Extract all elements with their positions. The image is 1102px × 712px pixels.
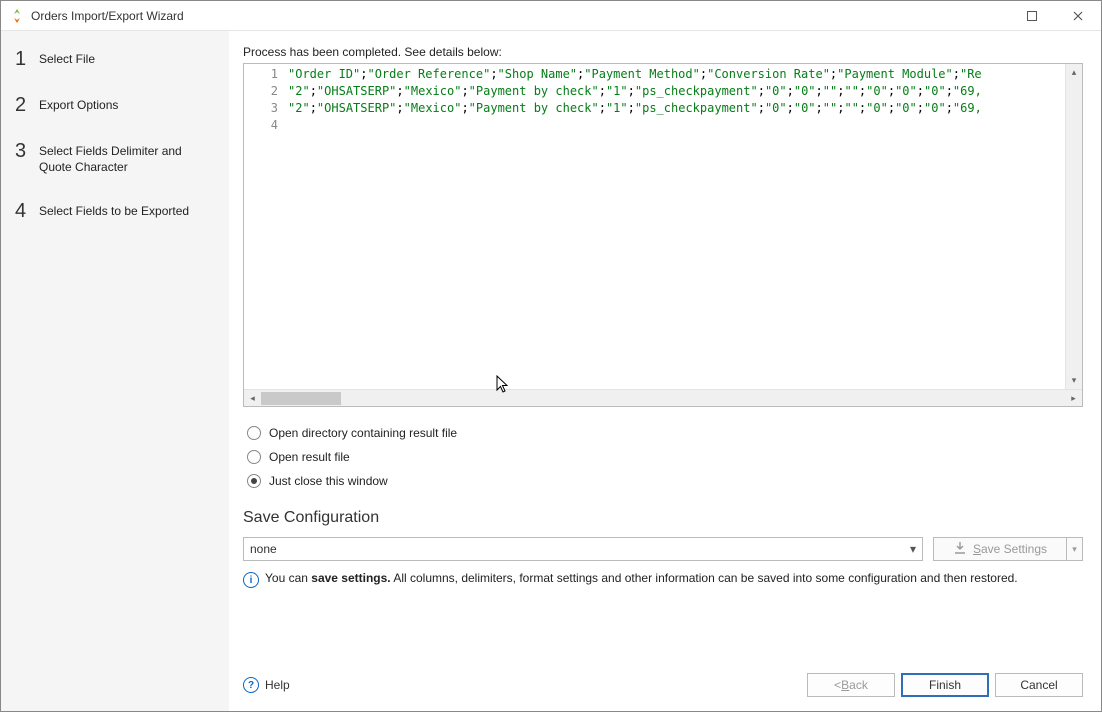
radio-open-result-file[interactable]: Open result file: [247, 445, 1083, 469]
step-3[interactable]: 3 Select Fields Delimiter and Quote Char…: [15, 141, 215, 175]
save-settings-label: Save Settings: [973, 542, 1047, 556]
chevron-down-icon: ▾: [910, 542, 916, 556]
radio-icon: [247, 426, 261, 440]
radio-label: Open directory containing result file: [269, 426, 457, 440]
download-icon: [953, 541, 967, 558]
save-settings-button[interactable]: Save Settings: [933, 537, 1067, 561]
cancel-button[interactable]: Cancel: [995, 673, 1083, 697]
radio-label: Just close this window: [269, 474, 388, 488]
app-icon: [9, 8, 25, 24]
scroll-up-icon[interactable]: ▴: [1066, 64, 1082, 81]
result-preview: 1234 "Order ID";"Order Reference";"Shop …: [243, 63, 1083, 407]
finish-button[interactable]: Finish: [901, 673, 989, 697]
info-row: i You can save settings. All columns, de…: [243, 571, 1083, 588]
scroll-thumb[interactable]: [261, 392, 341, 405]
radio-open-directory[interactable]: Open directory containing result file: [247, 421, 1083, 445]
info-icon: i: [243, 572, 259, 588]
scroll-right-icon[interactable]: ▸: [1065, 390, 1082, 407]
step-2[interactable]: 2 Export Options: [15, 95, 215, 115]
save-configuration-title: Save Configuration: [243, 509, 1083, 527]
step-4[interactable]: 4 Select Fields to be Exported: [15, 201, 215, 221]
main-panel: Process has been completed. See details …: [229, 31, 1101, 711]
combo-value: none: [250, 542, 277, 556]
save-settings-dropdown[interactable]: ▾: [1067, 537, 1083, 561]
close-button[interactable]: [1055, 1, 1101, 31]
wizard-window: Orders Import/Export Wizard 1 Select Fil…: [0, 0, 1102, 712]
radio-icon: [247, 474, 261, 488]
line-gutter: 1234: [244, 64, 284, 389]
help-icon: ?: [243, 677, 259, 693]
vertical-scrollbar[interactable]: ▴ ▾: [1065, 64, 1082, 389]
post-action-radio-group: Open directory containing result file Op…: [247, 421, 1083, 493]
help-label: Help: [265, 678, 290, 692]
window-title: Orders Import/Export Wizard: [31, 9, 184, 23]
help-link[interactable]: ? Help: [243, 677, 290, 693]
configuration-combo[interactable]: none ▾: [243, 537, 923, 561]
info-text: You can save settings. All columns, deli…: [265, 571, 1018, 585]
radio-just-close-window[interactable]: Just close this window: [247, 469, 1083, 493]
process-complete-label: Process has been completed. See details …: [243, 45, 1083, 59]
code-area[interactable]: "Order ID";"Order Reference";"Shop Name"…: [284, 64, 1065, 389]
titlebar: Orders Import/Export Wizard: [1, 1, 1101, 31]
back-button[interactable]: < Back: [807, 673, 895, 697]
maximize-button[interactable]: [1009, 1, 1055, 31]
wizard-steps-sidebar: 1 Select File 2 Export Options 3 Select …: [1, 31, 229, 711]
horizontal-scrollbar[interactable]: ◂ ▸: [244, 389, 1082, 406]
scroll-down-icon[interactable]: ▾: [1066, 372, 1082, 389]
radio-label: Open result file: [269, 450, 350, 464]
footer: ? Help < Back Finish Cancel: [243, 653, 1083, 697]
radio-icon: [247, 450, 261, 464]
scroll-left-icon[interactable]: ◂: [244, 390, 261, 407]
step-1[interactable]: 1 Select File: [15, 49, 215, 69]
